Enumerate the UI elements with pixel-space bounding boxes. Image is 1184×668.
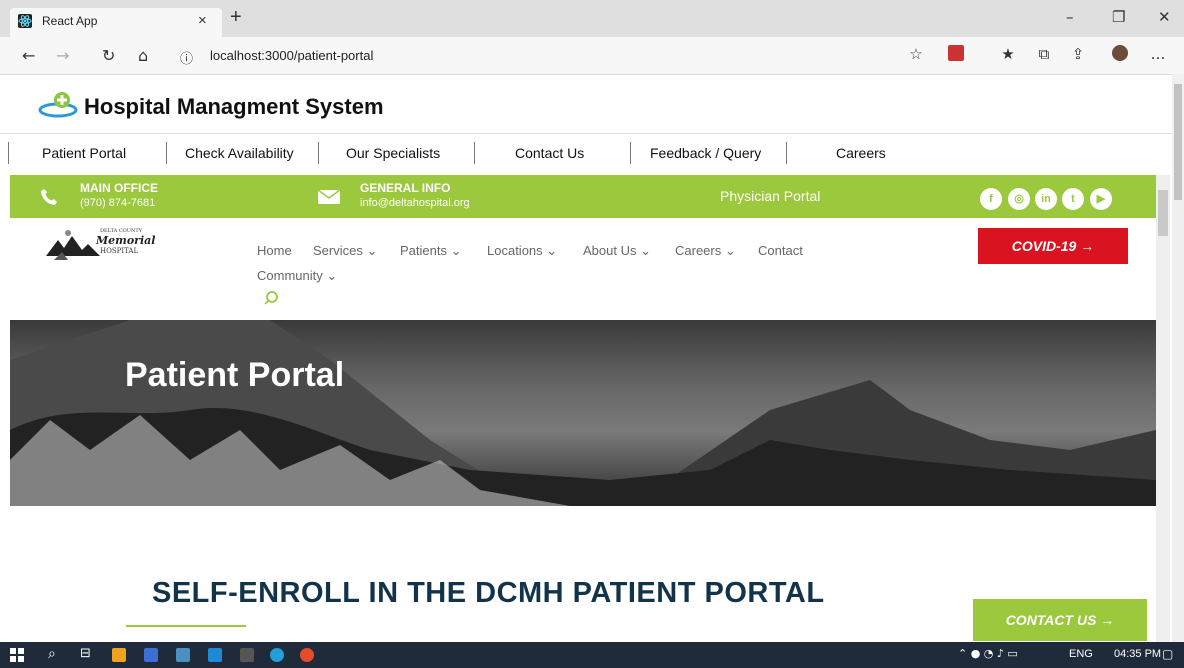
info-icon[interactable]: ⓘ <box>180 48 193 67</box>
window-close-icon[interactable]: ✕ <box>1158 8 1171 26</box>
hospital-logo-icon <box>38 90 80 120</box>
mail-icon <box>317 189 341 204</box>
collections-icon[interactable]: ⧉ <box>1036 45 1052 63</box>
restore-icon[interactable]: ❐ <box>1112 8 1125 26</box>
menu-careers[interactable]: Careers ⌄ <box>675 243 736 259</box>
file-explorer-icon[interactable] <box>112 648 126 662</box>
address-bar[interactable]: localhost:3000/patient-portal <box>210 48 373 63</box>
menu-locations[interactable]: Locations ⌄ <box>487 243 557 259</box>
contact-us-button[interactable]: CONTACT US → <box>973 599 1147 641</box>
browser-tab-strip: React App × + – ❐ ✕ <box>0 0 1184 37</box>
app-nav: Patient Portal Check Availability Our Sp… <box>0 133 1172 172</box>
windows-taskbar: ⌕ ⊟ ⌃ ● ◔ ♪ ▭ ENG 04:35 PM ▢ <box>0 642 1184 668</box>
favorites-icon[interactable]: ★ <box>1000 45 1016 63</box>
main-office-phone[interactable]: (970) 874-7681 <box>80 197 155 209</box>
search-icon[interactable] <box>263 290 279 306</box>
back-icon[interactable]: ← <box>22 46 35 65</box>
tab-title: React App <box>42 14 98 28</box>
app-icon[interactable] <box>144 648 158 662</box>
nav-feedback-query[interactable]: Feedback / Query <box>650 145 761 161</box>
terminal-icon[interactable] <box>240 648 254 662</box>
windows-start-icon[interactable] <box>10 648 24 662</box>
menu-contact[interactable]: Contact <box>758 243 803 258</box>
store-icon[interactable] <box>176 648 190 662</box>
menu-about-us[interactable]: About Us ⌄ <box>583 243 651 259</box>
star-icon[interactable]: ☆ <box>908 45 924 63</box>
language-indicator[interactable]: ENG <box>1069 648 1093 660</box>
instagram-icon[interactable]: ◎ <box>1008 188 1030 210</box>
vscode-icon[interactable] <box>208 648 222 662</box>
browser-tab[interactable]: React App × <box>10 8 222 37</box>
menu-community[interactable]: Community ⌄ <box>257 268 337 284</box>
inner-scrollbar-thumb[interactable] <box>1158 190 1168 236</box>
app-title: Hospital Managment System <box>84 94 384 119</box>
clock[interactable]: 04:35 PM <box>1114 648 1161 660</box>
page-scrollbar-thumb[interactable] <box>1174 84 1182 200</box>
close-icon[interactable]: × <box>198 12 207 29</box>
home-icon[interactable]: ⌂ <box>138 46 148 65</box>
physician-portal-link[interactable]: Physician Portal <box>720 188 820 204</box>
menu-patients[interactable]: Patients ⌄ <box>400 243 461 259</box>
browser-toolbar: ← → ↻ ⌂ ⓘ localhost:3000/patient-portal … <box>0 37 1184 75</box>
plus-icon[interactable]: + <box>230 6 242 29</box>
menu-services[interactable]: Services ⌄ <box>313 243 377 259</box>
heading-underline <box>126 625 246 627</box>
facebook-icon[interactable]: f <box>980 188 1002 210</box>
more-icon[interactable]: … <box>1150 45 1166 63</box>
task-view-icon[interactable]: ⊟ <box>80 646 91 661</box>
inner-scrollbar[interactable] <box>1156 175 1170 642</box>
main-office-label: MAIN OFFICE <box>80 181 158 195</box>
nav-patient-portal[interactable]: Patient Portal <box>42 145 126 161</box>
tray-icons[interactable]: ⌃ ● ◔ ♪ ▭ <box>958 647 1018 660</box>
react-icon <box>18 14 32 28</box>
edge-icon[interactable] <box>270 648 284 662</box>
phone-icon <box>40 188 58 206</box>
minimize-icon[interactable]: – <box>1066 8 1074 26</box>
share-icon[interactable]: ⇪ <box>1070 45 1086 63</box>
section-heading: SELF-ENROLL IN THE DCMH PATIENT PORTAL <box>152 577 825 609</box>
covid-19-button[interactable]: COVID-19 → <box>978 228 1128 264</box>
extension-icon[interactable] <box>948 45 964 61</box>
menu-home[interactable]: Home <box>257 243 292 258</box>
nav-careers[interactable]: Careers <box>836 145 886 161</box>
nav-check-availability[interactable]: Check Availability <box>185 145 294 161</box>
general-info-label: GENERAL INFO <box>360 181 451 195</box>
linkedin-icon[interactable]: in <box>1035 188 1057 210</box>
general-info-email[interactable]: info@deltahospital.org <box>360 197 470 209</box>
hero-banner: Patient Portal <box>10 320 1156 506</box>
nav-contact-us[interactable]: Contact Us <box>515 145 584 161</box>
profile-avatar[interactable] <box>1112 45 1128 61</box>
refresh-icon[interactable]: ↻ <box>102 46 115 65</box>
search-taskbar-icon[interactable]: ⌕ <box>48 646 56 662</box>
dcmh-logo[interactable]: DELTA COUNTY Memorial HOSPITAL <box>44 226 174 262</box>
chrome-icon[interactable] <box>300 648 314 662</box>
twitter-icon[interactable]: t <box>1062 188 1084 210</box>
youtube-icon[interactable]: ▶ <box>1090 188 1112 210</box>
nav-our-specialists[interactable]: Our Specialists <box>346 145 440 161</box>
page-title: Patient Portal <box>125 356 345 394</box>
contact-info-bar: MAIN OFFICE (970) 874-7681 GENERAL INFO … <box>10 175 1156 218</box>
forward-icon[interactable]: → <box>56 46 69 65</box>
notifications-icon[interactable]: ▢ <box>1162 647 1173 661</box>
